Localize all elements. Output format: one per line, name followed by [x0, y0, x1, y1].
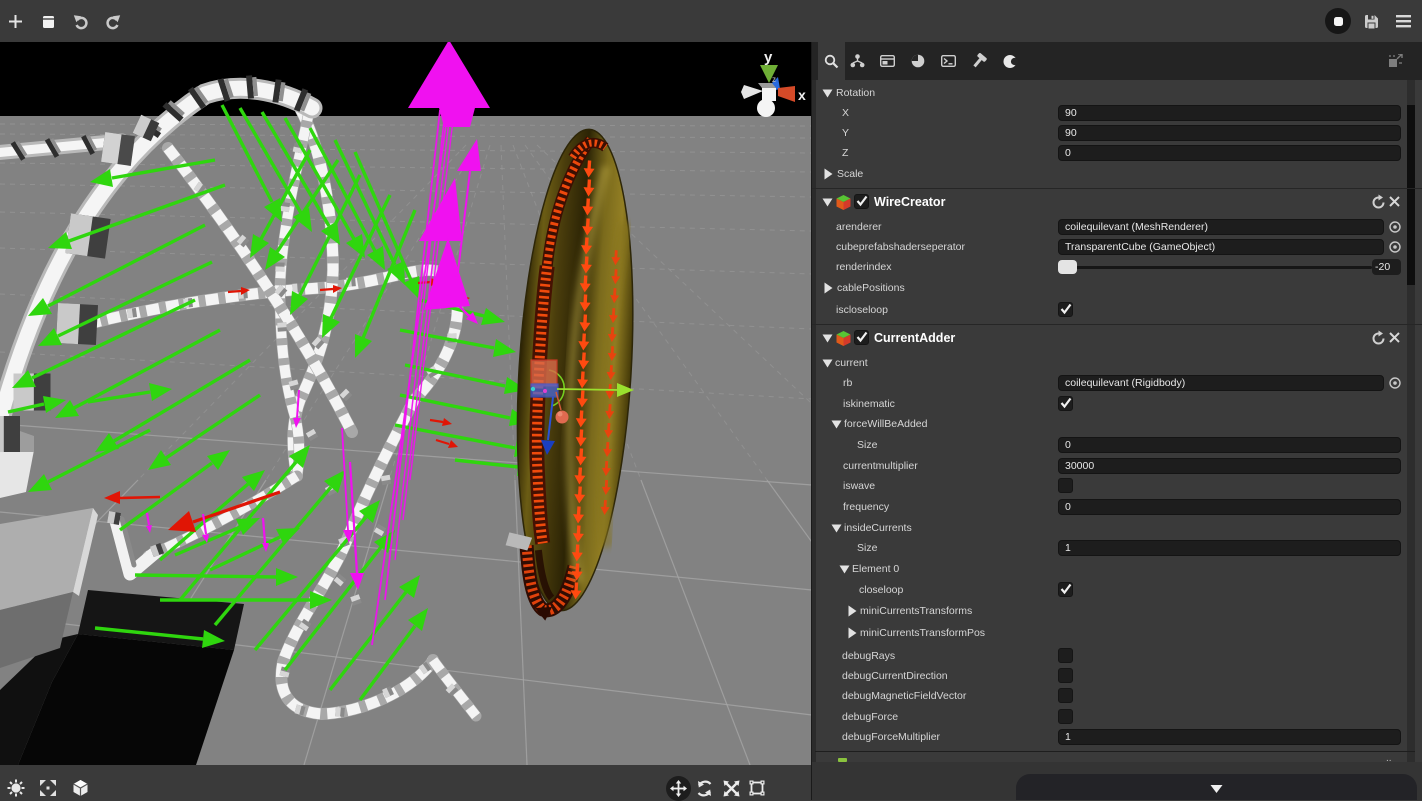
svg-text:y: y [764, 49, 773, 66]
svg-text:x: x [798, 87, 806, 103]
svg-text:z: z [772, 75, 776, 84]
